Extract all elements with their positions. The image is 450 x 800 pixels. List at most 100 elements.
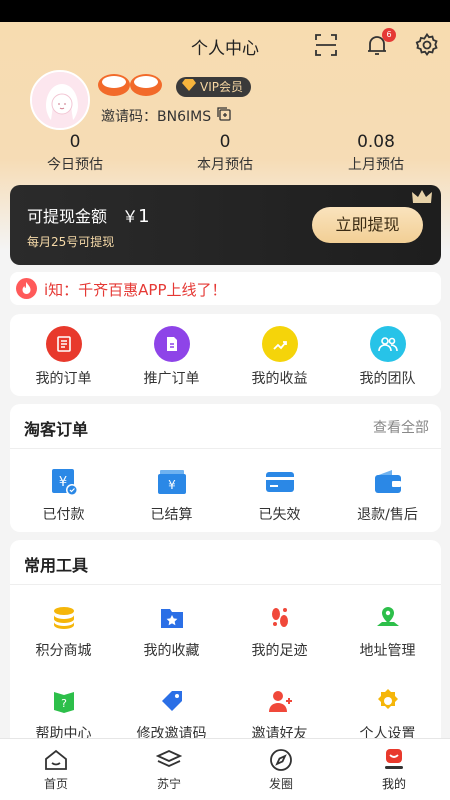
crown-icon [411, 189, 433, 207]
tool-label: 地址管理 [359, 643, 416, 659]
stat-value: 0 [219, 132, 231, 152]
svg-text:?: ? [61, 697, 67, 710]
earnings-icon [261, 326, 298, 362]
currency-symbol: ￥ [122, 207, 139, 226]
invite-friend-icon [264, 685, 296, 717]
withdraw-note: 每月25号可提现 [27, 235, 115, 249]
nav-suning[interactable]: 苏宁 [113, 739, 225, 800]
quick-actions-card: 我的订单 推广订单 我的收益 我的团队 [10, 314, 441, 396]
taoke-expired[interactable]: 已失效 [226, 466, 333, 524]
gear-icon[interactable] [414, 32, 440, 58]
bell-icon[interactable]: 6 [364, 28, 396, 58]
promo-order-icon [153, 326, 190, 362]
order-icon [45, 326, 82, 362]
stat-label: 今日预估 [47, 157, 103, 173]
quick-action-my-orders[interactable]: 我的订单 [10, 326, 117, 388]
nav-home[interactable]: 首页 [0, 739, 112, 800]
paid-icon: ¥ [48, 466, 80, 498]
settled-icon: ¥ [156, 466, 188, 498]
notice-text: i知：千齐百惠APP上线了！ [44, 281, 227, 299]
taoke-orders-card: 淘客订单 查看全部 ¥ 已付款 ¥ 已结算 已失效 退款/售后 [10, 404, 441, 532]
top-bar: 个人中心 6 [0, 22, 450, 68]
status-bar [0, 0, 450, 22]
taoke-label: 已付款 [42, 507, 85, 523]
withdraw-title: 可提现金额 [27, 207, 108, 226]
tool-edit-invite[interactable]: 修改邀请码 [118, 685, 225, 743]
taoke-label: 退款/售后 [357, 507, 418, 523]
stat-label: 上月预估 [348, 157, 404, 173]
address-icon [372, 602, 404, 634]
stat-value: 0.08 [357, 132, 395, 152]
nav-label: 苏宁 [156, 777, 181, 791]
withdraw-amount: 可提现金额 ￥1 [27, 203, 150, 227]
amount-value: 1 [138, 206, 150, 227]
notice-bar[interactable]: i知：千齐百惠APP上线了！ [10, 272, 441, 305]
tools-card: 常用工具 积分商城 我的收藏 我的足迹 地址管理 ? 帮助中心 修改邀请码 邀请… [10, 540, 441, 743]
earnings-stats: 0 今日预估 0 本月预估 0.08 上月预估 [0, 132, 450, 176]
tool-favorites[interactable]: 我的收藏 [118, 602, 225, 660]
tools-header: 常用工具 [10, 540, 441, 585]
view-all-link[interactable]: 查看全部 [373, 417, 429, 437]
favorites-icon [156, 602, 188, 634]
taoke-settled[interactable]: ¥ 已结算 [118, 466, 225, 524]
copy-icon[interactable] [217, 107, 231, 125]
stat-value: 0 [69, 132, 81, 152]
tool-label: 积分商城 [35, 643, 92, 659]
home-icon [43, 747, 69, 773]
svg-text:¥: ¥ [58, 475, 66, 490]
compass-icon [268, 747, 294, 773]
quick-action-team[interactable]: 我的团队 [334, 326, 441, 388]
invite-code-row: 邀请码：BN6IMS [101, 106, 231, 126]
vip-badge: VIP会员 [176, 77, 251, 97]
invite-label: 邀请码： [101, 109, 157, 125]
stat-label: 本月预估 [197, 157, 253, 173]
points-mall-icon [48, 602, 80, 634]
action-label: 我的收益 [251, 371, 308, 387]
mine-icon [381, 747, 407, 773]
tool-points-mall[interactable]: 积分商城 [10, 602, 117, 660]
taoke-refund[interactable]: 退款/售后 [334, 466, 441, 524]
vip-label: VIP会员 [200, 80, 243, 94]
invite-code: BN6IMS [157, 109, 212, 125]
suning-icon [155, 747, 183, 773]
scan-icon[interactable] [313, 32, 339, 58]
taoke-paid[interactable]: ¥ 已付款 [10, 466, 117, 524]
refund-icon [372, 466, 404, 498]
withdraw-button[interactable]: 立即提现 [312, 207, 423, 243]
edit-invite-icon [156, 685, 188, 717]
diamond-icon [182, 77, 196, 97]
nav-label: 首页 [43, 777, 68, 791]
action-label: 我的团队 [359, 371, 416, 387]
bottom-nav: 首页 苏宁 发圈 我的 [0, 738, 450, 800]
stat-today[interactable]: 0 今日预估 [15, 132, 135, 174]
tool-invite-friend[interactable]: 邀请好友 [226, 685, 333, 743]
stat-last-month[interactable]: 0.08 上月预估 [316, 132, 436, 174]
tool-settings[interactable]: 个人设置 [334, 685, 441, 743]
nav-discover[interactable]: 发圈 [225, 739, 337, 800]
tool-label: 我的收藏 [143, 643, 200, 659]
tool-address[interactable]: 地址管理 [334, 602, 441, 660]
avatar[interactable] [30, 70, 90, 130]
taoke-label: 已结算 [150, 507, 193, 523]
section-title: 常用工具 [24, 556, 89, 575]
footprint-icon [264, 602, 296, 634]
section-title: 淘客订单 [24, 420, 89, 439]
svg-text:¥: ¥ [168, 478, 176, 492]
settings-icon [372, 685, 404, 717]
stat-month[interactable]: 0 本月预估 [165, 132, 285, 174]
tool-help[interactable]: ? 帮助中心 [10, 685, 117, 743]
expired-icon [264, 466, 296, 498]
tool-footprint[interactable]: 我的足迹 [226, 602, 333, 660]
nav-label: 我的 [381, 777, 406, 791]
nav-mine[interactable]: 我的 [338, 739, 450, 800]
quick-action-earnings[interactable]: 我的收益 [226, 326, 333, 388]
nickname-emoji [97, 73, 163, 97]
team-icon [369, 326, 406, 362]
help-icon: ? [48, 685, 80, 717]
quick-action-promo-orders[interactable]: 推广订单 [118, 326, 225, 388]
withdraw-card: 可提现金额 ￥1 每月25号可提现 立即提现 [10, 185, 441, 265]
taoke-label: 已失效 [258, 507, 301, 523]
fire-icon [16, 278, 37, 299]
taoke-header: 淘客订单 查看全部 [10, 404, 441, 449]
notification-badge: 6 [382, 28, 396, 42]
